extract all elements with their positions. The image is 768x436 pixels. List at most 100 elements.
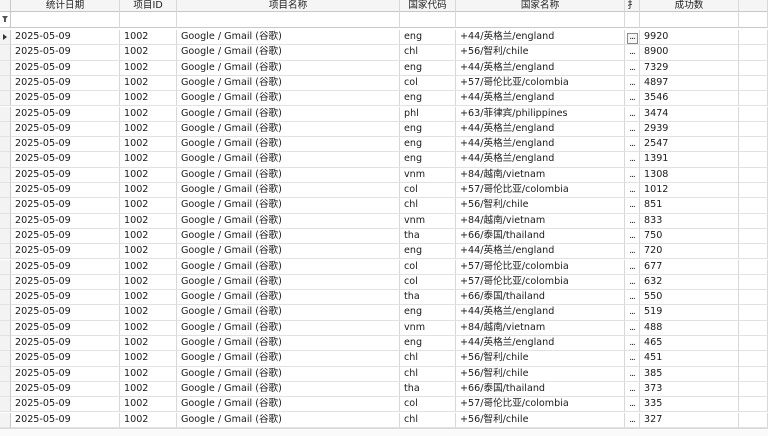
cell-date[interactable]: 2025-05-09 (11, 137, 120, 153)
column-header-project-id[interactable]: 项目ID (120, 0, 177, 12)
filter-cell-date[interactable] (11, 12, 120, 28)
column-header-country-name[interactable]: 国家名称 (456, 0, 625, 12)
cell-country-code[interactable]: eng (400, 91, 456, 107)
cell-date[interactable]: 2025-05-09 (11, 75, 120, 92)
cell-project-name[interactable]: Google / Gmail (谷歌) (177, 137, 400, 153)
cell-country-name[interactable]: +44/英格兰/england (456, 244, 625, 260)
cell-date[interactable]: 2025-05-09 (11, 259, 120, 275)
cell-project-id[interactable]: 1002 (120, 274, 177, 291)
cell-country-name[interactable]: +84/越南/vietnam (456, 320, 625, 336)
cell-country-name[interactable]: +66/泰国/thailand (456, 228, 625, 245)
cell-success-count[interactable]: 632 (640, 274, 739, 291)
cell-date[interactable]: 2025-05-09 (11, 351, 120, 367)
cell-country-name[interactable]: +57/哥伦比亚/colombia (456, 274, 625, 291)
row-indicator[interactable] (0, 351, 11, 367)
row-indicator[interactable] (0, 412, 11, 428)
cell-country-code[interactable]: vnm (400, 213, 456, 229)
table-row[interactable]: 2025-05-09 1002 Google / Gmail (谷歌) tha +66/… (0, 290, 768, 306)
cell-project-name[interactable]: Google / Gmail (谷歌) (177, 244, 400, 260)
cell-narrow[interactable]: ... (625, 45, 640, 61)
row-indicator[interactable] (0, 106, 11, 122)
cell-project-id[interactable]: 1002 (120, 381, 177, 398)
cell-date[interactable]: 2025-05-09 (11, 106, 120, 122)
row-indicator[interactable] (0, 259, 11, 275)
ellipsis-text[interactable]: ... (629, 154, 636, 164)
row-indicator[interactable] (0, 228, 11, 245)
cell-narrow[interactable]: ... (625, 305, 640, 321)
cell-project-id[interactable]: 1002 (120, 228, 177, 245)
cell-narrow[interactable]: ... (625, 75, 640, 92)
cell-project-name[interactable]: Google / Gmail (谷歌) (177, 336, 400, 352)
cell-narrow[interactable]: ... (625, 167, 640, 183)
cell-project-id[interactable]: 1002 (120, 45, 177, 61)
cell-success-count[interactable]: 451 (640, 351, 739, 367)
cell-success-count[interactable]: 335 (640, 397, 739, 413)
ellipsis-text[interactable]: ... (629, 124, 636, 134)
ellipsis-button[interactable]: ... (626, 33, 638, 44)
cell-narrow[interactable]: ... (625, 320, 640, 336)
cell-country-name[interactable]: +56/智利/chile (456, 198, 625, 214)
cell-country-code[interactable]: phl (400, 106, 456, 122)
ellipsis-text[interactable]: ... (629, 353, 636, 363)
cell-success-count[interactable]: 4897 (640, 75, 739, 92)
cell-project-name[interactable]: Google / Gmail (谷歌) (177, 167, 400, 183)
cell-country-name[interactable]: +44/英格兰/england (456, 91, 625, 107)
row-indicator[interactable] (0, 45, 11, 61)
cell-date[interactable]: 2025-05-09 (11, 290, 120, 306)
cell-country-name[interactable]: +56/智利/chile (456, 45, 625, 61)
row-indicator[interactable] (0, 137, 11, 153)
cell-country-name[interactable]: +84/越南/vietnam (456, 213, 625, 229)
cell-country-code[interactable]: vnm (400, 167, 456, 183)
cell-date[interactable]: 2025-05-09 (11, 336, 120, 352)
cell-country-name[interactable]: +44/英格兰/england (456, 121, 625, 138)
cell-country-code[interactable]: chl (400, 45, 456, 61)
column-header-country-code[interactable]: 国家代码 (400, 0, 456, 12)
cell-project-name[interactable]: Google / Gmail (谷歌) (177, 397, 400, 413)
cell-project-name[interactable]: Google / Gmail (谷歌) (177, 412, 400, 428)
cell-project-name[interactable]: Google / Gmail (谷歌) (177, 106, 400, 122)
row-indicator[interactable] (0, 198, 11, 214)
row-indicator[interactable] (0, 183, 11, 199)
filter-cell-narrow[interactable] (625, 12, 640, 28)
ellipsis-text[interactable]: ... (629, 170, 636, 180)
table-row[interactable]: 2025-05-09 1002 Google / Gmail (谷歌) eng +44/… (0, 30, 768, 46)
cell-narrow[interactable]: ... (625, 244, 640, 260)
cell-narrow[interactable]: ... (625, 274, 640, 291)
cell-project-id[interactable]: 1002 (120, 121, 177, 138)
table-row[interactable]: 2025-05-09 1002 Google / Gmail (谷歌) eng +44/… (0, 60, 768, 76)
cell-project-id[interactable]: 1002 (120, 60, 177, 76)
cell-narrow[interactable]: ... (625, 91, 640, 107)
cell-country-code[interactable]: eng (400, 305, 456, 321)
cell-project-name[interactable]: Google / Gmail (谷歌) (177, 45, 400, 61)
ellipsis-text[interactable]: ... (629, 47, 636, 57)
cell-success-count[interactable]: 327 (640, 412, 739, 428)
cell-narrow[interactable]: ... (625, 121, 640, 138)
ellipsis-text[interactable]: ... (629, 109, 636, 119)
cell-country-code[interactable]: chl (400, 412, 456, 428)
cell-narrow[interactable]: ... (625, 60, 640, 76)
cell-country-code[interactable]: vnm (400, 320, 456, 336)
cell-date[interactable]: 2025-05-09 (11, 274, 120, 291)
ellipsis-text[interactable]: ... (629, 323, 636, 333)
cell-country-name[interactable]: +44/英格兰/england (456, 30, 625, 46)
cell-country-name[interactable]: +44/英格兰/england (456, 152, 625, 168)
row-indicator[interactable] (0, 30, 11, 46)
cell-date[interactable]: 2025-05-09 (11, 305, 120, 321)
cell-country-code[interactable]: chl (400, 366, 456, 382)
table-row[interactable]: 2025-05-09 1002 Google / Gmail (谷歌) vnm +84/… (0, 320, 768, 336)
cell-project-id[interactable]: 1002 (120, 259, 177, 275)
cell-project-name[interactable]: Google / Gmail (谷歌) (177, 366, 400, 382)
table-row[interactable]: 2025-05-09 1002 Google / Gmail (谷歌) eng +44/… (0, 152, 768, 168)
cell-project-id[interactable]: 1002 (120, 30, 177, 46)
cell-country-name[interactable]: +57/哥伦比亚/colombia (456, 259, 625, 275)
row-indicator[interactable] (0, 152, 11, 168)
cell-success-count[interactable]: 1012 (640, 183, 739, 199)
cell-date[interactable]: 2025-05-09 (11, 412, 120, 428)
ellipsis-text[interactable]: ... (629, 231, 636, 241)
ellipsis-text[interactable]: ... (629, 262, 636, 272)
cell-success-count[interactable]: 488 (640, 320, 739, 336)
cell-project-name[interactable]: Google / Gmail (谷歌) (177, 351, 400, 367)
cell-date[interactable]: 2025-05-09 (11, 244, 120, 260)
cell-project-id[interactable]: 1002 (120, 152, 177, 168)
cell-project-name[interactable]: Google / Gmail (谷歌) (177, 30, 400, 46)
